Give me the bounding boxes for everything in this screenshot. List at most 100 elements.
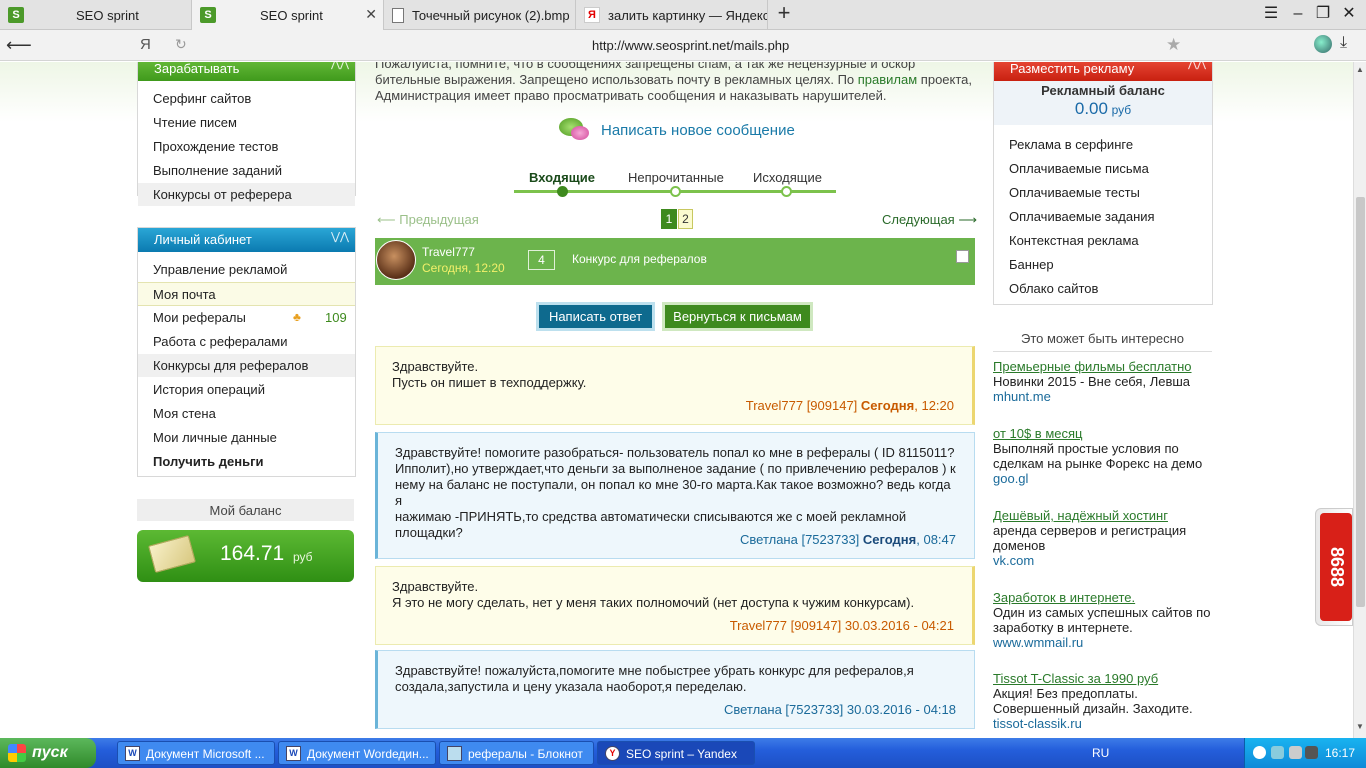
menu-item-ad-management[interactable]: Управление рекламой [138,258,355,282]
ad-url[interactable]: tissot-classik.ru [993,716,1212,731]
close-icon[interactable]: ✕ [365,6,377,23]
menu-item-my-mail[interactable]: Моя почта [138,282,355,306]
menu-item-tests[interactable]: Прохождение тестов [138,135,355,159]
back-to-mail-button[interactable]: Вернуться к письмам [662,302,813,331]
ad-url[interactable]: vk.com [993,553,1212,568]
menu-item-paid-tasks[interactable]: Оплачиваемые задания [994,205,1212,229]
browser-tab-2[interactable]: S SEO sprint ✕ [192,0,384,30]
advertise-title[interactable]: Разместить рекламу ⋀⋀ [994,62,1212,81]
language-indicator[interactable]: RU [1092,746,1109,760]
browser-tab-1[interactable]: S SEO sprint [0,0,192,30]
message-line: Ипполит),но утверждает,что деньги за вып… [395,461,956,476]
side-widget[interactable]: 8688 [1315,508,1353,626]
balance-card[interactable]: 164.71 руб [137,530,354,582]
menu-item-referrer-contests[interactable]: Конкурсы от реферера [138,183,355,207]
seosprint-icon: S [200,7,216,23]
menu-item-paid-tests[interactable]: Оплачиваемые тесты [994,181,1212,205]
money-icon [148,535,196,573]
rules-link[interactable]: правилам [858,72,917,87]
download-icon[interactable]: ⤓ [1340,34,1347,52]
tab-outgoing[interactable]: Исходящие [753,170,822,185]
tray-arrow-icon[interactable] [1253,746,1266,759]
ad-url[interactable]: goo.gl [993,471,1212,486]
menu-item-reading-mail[interactable]: Чтение писем [138,111,355,135]
ad-title[interactable]: Tissot T-Classic за 1990 руб [993,671,1212,686]
menu-item-my-referrals[interactable]: Мои рефералы ♣ 109 [138,306,355,330]
url-field[interactable]: http://www.seosprint.net/mails.php [592,38,789,53]
select-checkbox[interactable] [956,250,969,263]
message-signature: Travel777 [909147] 30.03.2016 - 04:21 [730,618,954,634]
ad-title[interactable]: Заработок в интернете. [993,590,1212,605]
chevron-up-icon[interactable]: ⋀⋀ [331,62,349,70]
menu-item-my-wall[interactable]: Моя стена [138,402,355,426]
minimize-icon[interactable]: – [1287,4,1309,24]
mail-thread-row[interactable]: Travel777 Сегодня, 12:20 4 Конкурс для р… [375,238,975,285]
taskbar-item-notepad[interactable]: рефералы - Блокнот [439,741,594,765]
browser-tab-4[interactable]: Я залить картинку — Яндекс: [576,0,768,30]
message-line: Я это не могу сделать, нет у меня таких … [392,595,915,610]
ad-title[interactable]: Дешёвый, надёжный хостинг [993,508,1212,523]
ad-text: доменов [993,538,1046,553]
close-window-icon[interactable]: ✕ [1338,4,1360,24]
taskbar-item-yandex[interactable]: Y SEO sprint – Yandex [597,741,755,765]
chevron-up-icon[interactable]: ⋁⋀ [331,230,349,243]
ad-title[interactable]: от 10$ в месяц [993,426,1212,441]
volume-icon[interactable] [1289,746,1302,759]
ad-url[interactable]: www.wmmail.ru [993,635,1212,650]
scrollbar-thumb[interactable] [1356,197,1365,607]
menu-icon[interactable]: ☰ [1260,4,1282,24]
network-icon[interactable] [1271,746,1284,759]
menu-item-withdraw[interactable]: Получить деньги [138,450,355,474]
document-icon [392,7,404,23]
compose-button[interactable]: Написать новое сообщение [557,115,795,145]
tab-inbox[interactable]: Входящие [529,170,595,185]
ad-title[interactable]: Премьерные фильмы бесплатно [993,359,1212,374]
menu-item-referral-contests[interactable]: Конкурсы для рефералов [138,354,355,378]
page-2[interactable]: 2 [678,209,693,229]
scroll-up-icon[interactable]: ▲ [1356,65,1364,74]
menu-item-context-ads[interactable]: Контекстная реклама [994,229,1212,253]
menu-item-surfing[interactable]: Серфинг сайтов [138,87,355,111]
sign-name[interactable]: Светлана [7523733] [740,532,863,547]
tab-title: Точечный рисунок (2).bmp [412,7,570,23]
prev-page-link[interactable]: ⟵ Предыдущая [377,212,479,228]
ad-text: Акция! Без предоплаты. [993,686,1138,701]
windows-logo-icon [8,744,26,762]
reply-button[interactable]: Написать ответ [536,302,655,331]
menu-item-site-cloud[interactable]: Облако сайтов [994,277,1212,301]
globe-icon[interactable] [1314,35,1332,53]
menu-item-history[interactable]: История операций [138,378,355,402]
new-tab-button[interactable]: + [772,2,796,26]
sender-name[interactable]: Travel777 [422,245,475,259]
reload-icon[interactable]: ↻ [175,36,187,53]
menu-item-personal-data[interactable]: Мои личные данные [138,426,355,450]
ad-url[interactable]: mhunt.me [993,389,1212,404]
tab-unread[interactable]: Непрочитанные [628,170,724,185]
chevron-up-icon[interactable]: ⋀⋀ [1188,62,1206,70]
avatar [376,240,416,280]
maximize-icon[interactable]: ❐ [1312,4,1334,24]
menu-item-banner[interactable]: Баннер [994,253,1212,277]
sign-name[interactable]: Светлана [7523733] 30.03.2016 - 04:18 [724,702,956,717]
yandex-logo[interactable]: Я [140,36,151,53]
start-button[interactable]: пуск [0,738,96,768]
menu-item-referral-work[interactable]: Работа с рефералами [138,330,355,354]
sign-name[interactable]: Travel777 [909147] [746,398,861,413]
back-arrow-icon[interactable]: ⟵ [6,35,32,56]
taskbar-item-word-2[interactable]: W Документ Wordедин... [278,741,436,765]
bookmark-star-icon[interactable]: ★ [1166,35,1181,55]
monitor-icon[interactable] [1305,746,1318,759]
intro-line-2b: проекта, [917,72,973,87]
vertical-scrollbar[interactable]: ▲ ▼ [1353,62,1366,738]
interest-heading: Это может быть интересно [993,326,1212,352]
page-1[interactable]: 1 [661,209,677,229]
scroll-down-icon[interactable]: ▼ [1356,722,1364,731]
menu-item-paid-mail[interactable]: Оплачиваемые письма [994,157,1212,181]
menu-item-tasks[interactable]: Выполнение заданий [138,159,355,183]
browser-tab-3[interactable]: Точечный рисунок (2).bmp [384,0,576,30]
sign-name[interactable]: Travel777 [909147] 30.03.2016 - 04:21 [730,618,954,633]
taskbar-item-word-1[interactable]: W Документ Microsoft ... [117,741,275,765]
next-page-link[interactable]: Следующая ⟶ [882,212,977,228]
menu-item-surf-ads[interactable]: Реклама в серфинге [994,133,1212,157]
intro-line-1: Пожалуйста, помните, что в сообщениях за… [375,62,916,71]
